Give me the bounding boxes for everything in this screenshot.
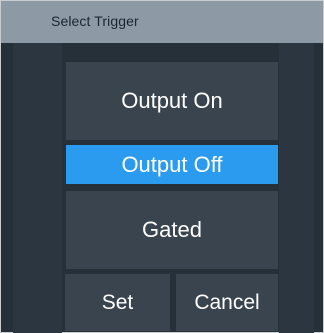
set-button[interactable]: Set — [65, 274, 170, 331]
left-side-panel — [13, 43, 62, 333]
option-output-off[interactable]: Output Off — [66, 145, 278, 184]
option-gated[interactable]: Gated — [66, 191, 278, 269]
option-output-on[interactable]: Output On — [66, 62, 278, 140]
option-gated-label: Gated — [142, 217, 202, 242]
option-output-off-label: Output Off — [121, 151, 223, 177]
dialog-title: Select Trigger — [51, 13, 139, 29]
cancel-button-label: Cancel — [194, 290, 260, 314]
cancel-button[interactable]: Cancel — [176, 274, 278, 331]
right-side-panel — [279, 43, 314, 333]
option-output-on-label: Output On — [121, 88, 223, 113]
select-trigger-dialog: Select Trigger Output On Output Off Gate… — [0, 0, 324, 333]
set-button-label: Set — [101, 290, 134, 314]
dialog-titlebar: Select Trigger — [1, 1, 323, 43]
